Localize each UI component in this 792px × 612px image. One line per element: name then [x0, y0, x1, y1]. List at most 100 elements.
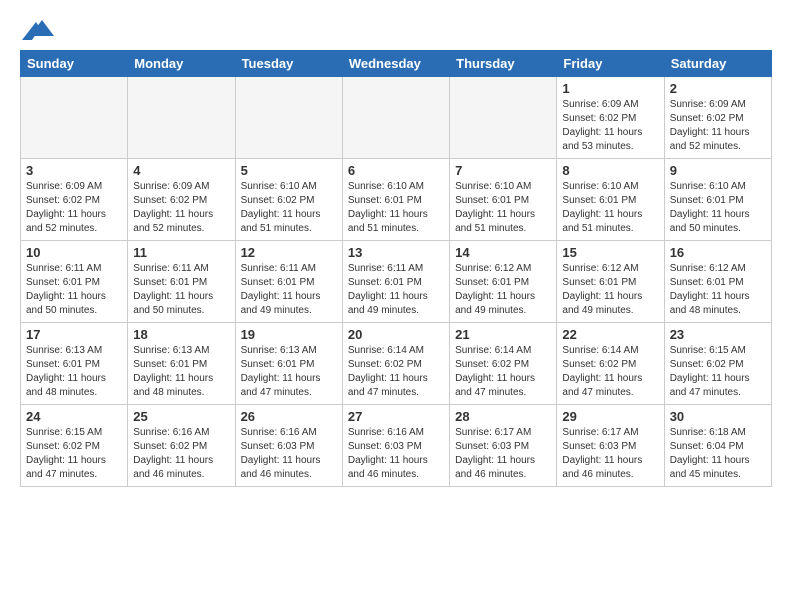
weekday-header-monday: Monday	[128, 51, 235, 77]
calendar-cell: 7 Sunrise: 6:10 AMSunset: 6:01 PMDaylight…	[450, 159, 557, 241]
calendar-cell: 4 Sunrise: 6:09 AMSunset: 6:02 PMDaylight…	[128, 159, 235, 241]
day-number: 14	[455, 245, 551, 260]
day-number: 18	[133, 327, 229, 342]
day-number: 15	[562, 245, 658, 260]
day-number: 27	[348, 409, 444, 424]
day-info: Sunrise: 6:09 AMSunset: 6:02 PMDaylight:…	[133, 180, 229, 236]
day-info: Sunrise: 6:14 AMSunset: 6:02 PMDaylight:…	[455, 344, 551, 400]
calendar-cell: 9 Sunrise: 6:10 AMSunset: 6:01 PMDaylight…	[664, 159, 771, 241]
day-info: Sunrise: 6:16 AMSunset: 6:02 PMDaylight:…	[133, 426, 229, 482]
calendar-cell: 26Sunrise: 6:16 AMSunset: 6:03 PMDayligh…	[235, 405, 342, 487]
day-number: 28	[455, 409, 551, 424]
calendar-cell	[450, 77, 557, 159]
calendar-cell: 3 Sunrise: 6:09 AMSunset: 6:02 PMDaylight…	[21, 159, 128, 241]
calendar-cell: 5 Sunrise: 6:10 AMSunset: 6:02 PMDaylight…	[235, 159, 342, 241]
header	[20, 16, 772, 40]
calendar-cell: 25 Sunrise: 6:16 AMSunset: 6:02 PMDayligh…	[128, 405, 235, 487]
calendar-cell: 1 Sunrise: 6:09 AMSunset: 6:02 PMDaylight…	[557, 77, 664, 159]
calendar-week-1: 3 Sunrise: 6:09 AMSunset: 6:02 PMDaylight…	[21, 159, 772, 241]
day-info: Sunrise: 6:12 AMSunset: 6:01 PMDaylight:…	[562, 262, 658, 318]
day-info: Sunrise: 6:11 AMSunset: 6:01 PMDaylight:…	[241, 262, 337, 318]
day-info: Sunrise: 6:09 AMSunset: 6:02 PMDaylight:…	[562, 98, 658, 154]
calendar-week-0: 1 Sunrise: 6:09 AMSunset: 6:02 PMDaylight…	[21, 77, 772, 159]
day-number: 1	[562, 81, 658, 96]
day-info: Sunrise: 6:13 AMSunset: 6:01 PMDaylight:…	[26, 344, 122, 400]
day-number: 11	[133, 245, 229, 260]
day-number: 5	[241, 163, 337, 178]
day-info: Sunrise: 6:12 AMSunset: 6:01 PMDaylight:…	[670, 262, 766, 318]
calendar-week-2: 10 Sunrise: 6:11 AMSunset: 6:01 PMDayligh…	[21, 241, 772, 323]
weekday-header-saturday: Saturday	[664, 51, 771, 77]
day-number: 16	[670, 245, 766, 260]
weekday-header-thursday: Thursday	[450, 51, 557, 77]
day-number: 7	[455, 163, 551, 178]
day-info: Sunrise: 6:17 AMSunset: 6:03 PMDaylight:…	[562, 426, 658, 482]
page: SundayMondayTuesdayWednesdayThursdayFrid…	[0, 0, 792, 503]
day-number: 24	[26, 409, 122, 424]
calendar-cell: 21 Sunrise: 6:14 AMSunset: 6:02 PMDayligh…	[450, 323, 557, 405]
day-number: 6	[348, 163, 444, 178]
calendar-cell: 15 Sunrise: 6:12 AMSunset: 6:01 PMDayligh…	[557, 241, 664, 323]
day-info: Sunrise: 6:10 AMSunset: 6:02 PMDaylight:…	[241, 180, 337, 236]
weekday-header-tuesday: Tuesday	[235, 51, 342, 77]
calendar-table: SundayMondayTuesdayWednesdayThursdayFrid…	[20, 50, 772, 487]
day-info: Sunrise: 6:15 AMSunset: 6:02 PMDaylight:…	[26, 426, 122, 482]
calendar-cell: 27 Sunrise: 6:16 AMSunset: 6:03 PMDayligh…	[342, 405, 449, 487]
day-info: Sunrise: 6:17 AMSunset: 6:03 PMDaylight:…	[455, 426, 551, 482]
day-number: 25	[133, 409, 229, 424]
day-info: Sunrise: 6:10 AMSunset: 6:01 PMDaylight:…	[670, 180, 766, 236]
calendar-cell	[342, 77, 449, 159]
day-info: Sunrise: 6:16 AMSunset: 6:03 PMDaylight:…	[348, 426, 444, 482]
calendar-cell: 13 Sunrise: 6:11 AMSunset: 6:01 PMDayligh…	[342, 241, 449, 323]
day-number: 30	[670, 409, 766, 424]
day-info: Sunrise: 6:12 AMSunset: 6:01 PMDaylight:…	[455, 262, 551, 318]
calendar-week-4: 24 Sunrise: 6:15 AMSunset: 6:02 PMDayligh…	[21, 405, 772, 487]
day-info: Sunrise: 6:11 AMSunset: 6:01 PMDaylight:…	[26, 262, 122, 318]
day-info: Sunrise: 6:10 AMSunset: 6:01 PMDaylight:…	[348, 180, 444, 236]
day-info: Sunrise: 6:11 AMSunset: 6:01 PMDaylight:…	[348, 262, 444, 318]
calendar-cell: 28 Sunrise: 6:17 AMSunset: 6:03 PMDayligh…	[450, 405, 557, 487]
day-number: 23	[670, 327, 766, 342]
day-info: Sunrise: 6:10 AMSunset: 6:01 PMDaylight:…	[455, 180, 551, 236]
calendar-cell: 23 Sunrise: 6:15 AMSunset: 6:02 PMDayligh…	[664, 323, 771, 405]
calendar-cell: 18Sunrise: 6:13 AMSunset: 6:01 PMDayligh…	[128, 323, 235, 405]
calendar-cell: 29Sunrise: 6:17 AMSunset: 6:03 PMDayligh…	[557, 405, 664, 487]
calendar-cell: 2 Sunrise: 6:09 AMSunset: 6:02 PMDaylight…	[664, 77, 771, 159]
day-info: Sunrise: 6:09 AMSunset: 6:02 PMDaylight:…	[670, 98, 766, 154]
day-number: 21	[455, 327, 551, 342]
calendar-cell	[128, 77, 235, 159]
calendar-cell: 10 Sunrise: 6:11 AMSunset: 6:01 PMDayligh…	[21, 241, 128, 323]
day-number: 13	[348, 245, 444, 260]
calendar-cell: 16 Sunrise: 6:12 AMSunset: 6:01 PMDayligh…	[664, 241, 771, 323]
day-number: 19	[241, 327, 337, 342]
day-number: 22	[562, 327, 658, 342]
day-number: 12	[241, 245, 337, 260]
calendar-cell: 11 Sunrise: 6:11 AMSunset: 6:01 PMDayligh…	[128, 241, 235, 323]
calendar-cell: 17 Sunrise: 6:13 AMSunset: 6:01 PMDayligh…	[21, 323, 128, 405]
calendar-cell: 6 Sunrise: 6:10 AMSunset: 6:01 PMDaylight…	[342, 159, 449, 241]
day-info: Sunrise: 6:10 AMSunset: 6:01 PMDaylight:…	[562, 180, 658, 236]
calendar-cell: 19 Sunrise: 6:13 AMSunset: 6:01 PMDayligh…	[235, 323, 342, 405]
calendar-cell: 30 Sunrise: 6:18 AMSunset: 6:04 PMDayligh…	[664, 405, 771, 487]
day-number: 20	[348, 327, 444, 342]
calendar-cell: 20 Sunrise: 6:14 AMSunset: 6:02 PMDayligh…	[342, 323, 449, 405]
day-number: 3	[26, 163, 122, 178]
day-info: Sunrise: 6:09 AMSunset: 6:02 PMDaylight:…	[26, 180, 122, 236]
calendar-cell: 14 Sunrise: 6:12 AMSunset: 6:01 PMDayligh…	[450, 241, 557, 323]
day-info: Sunrise: 6:18 AMSunset: 6:04 PMDaylight:…	[670, 426, 766, 482]
day-info: Sunrise: 6:11 AMSunset: 6:01 PMDaylight:…	[133, 262, 229, 318]
calendar-cell	[21, 77, 128, 159]
day-number: 10	[26, 245, 122, 260]
calendar-cell: 8 Sunrise: 6:10 AMSunset: 6:01 PMDaylight…	[557, 159, 664, 241]
day-number: 2	[670, 81, 766, 96]
day-info: Sunrise: 6:13 AMSunset: 6:01 PMDaylight:…	[241, 344, 337, 400]
day-info: Sunrise: 6:14 AMSunset: 6:02 PMDaylight:…	[562, 344, 658, 400]
day-info: Sunrise: 6:14 AMSunset: 6:02 PMDaylight:…	[348, 344, 444, 400]
calendar-cell: 22 Sunrise: 6:14 AMSunset: 6:02 PMDayligh…	[557, 323, 664, 405]
day-info: Sunrise: 6:15 AMSunset: 6:02 PMDaylight:…	[670, 344, 766, 400]
day-number: 17	[26, 327, 122, 342]
day-number: 8	[562, 163, 658, 178]
calendar-cell	[235, 77, 342, 159]
day-number: 4	[133, 163, 229, 178]
day-number: 9	[670, 163, 766, 178]
